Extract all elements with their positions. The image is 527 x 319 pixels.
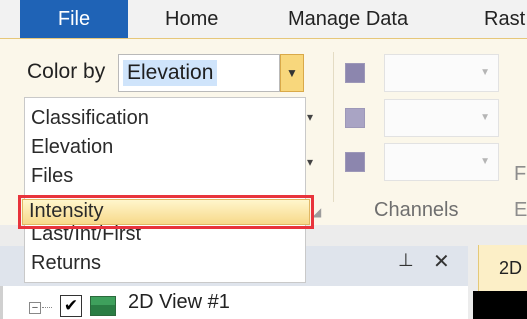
layer-visibility-checkbox[interactable]: ✔ (60, 295, 82, 317)
chevron-down-icon: ▼ (480, 156, 490, 167)
pin-icon[interactable]: ⊥ (398, 250, 414, 271)
chevron-down-icon[interactable]: ▾ (307, 155, 313, 169)
dropdown-item-files[interactable]: Files (31, 163, 73, 190)
color-by-combobox[interactable]: Elevation (118, 54, 280, 92)
color-swatch[interactable] (345, 152, 365, 172)
tree-expander[interactable]: − (29, 302, 41, 314)
tab-raster[interactable]: Rast (484, 4, 525, 34)
channels-group-label: Channels (374, 199, 459, 221)
channel-combobox[interactable]: ▼ (384, 143, 499, 181)
close-icon[interactable]: ✕ (433, 249, 450, 274)
color-by-dropdown-list: Classification Elevation Files Last/Int/… (24, 97, 306, 283)
channel-combobox[interactable]: ▼ (384, 99, 499, 137)
partial-group-label: E (514, 199, 527, 221)
color-by-selected-value[interactable]: Elevation (123, 60, 218, 86)
tab-file[interactable]: File (20, 0, 128, 38)
view-2d-icon (90, 296, 116, 316)
dropdown-item-returns[interactable]: Returns (31, 250, 101, 277)
view-canvas[interactable] (473, 291, 527, 319)
color-by-dropdown-button[interactable]: ▼ (280, 54, 304, 92)
channel-combobox[interactable]: ▼ (384, 54, 499, 92)
highlight-annotation-box (18, 195, 314, 229)
color-swatch[interactable] (345, 63, 365, 83)
group-separator (333, 52, 334, 202)
chevron-down-icon[interactable]: ▾ (307, 110, 313, 124)
tree-connector (42, 307, 52, 308)
tab-home[interactable]: Home (165, 4, 218, 34)
document-tab-label: 2D (499, 258, 523, 278)
chevron-down-icon: ▼ (480, 67, 490, 78)
partial-label: F (514, 163, 527, 185)
color-swatch[interactable] (345, 108, 365, 128)
chevron-down-icon: ▼ (480, 112, 490, 123)
tab-manage-data[interactable]: Manage Data (288, 4, 408, 34)
tree-item-label[interactable]: 2D View #1 (128, 291, 230, 314)
dropdown-item-elevation[interactable]: Elevation (31, 134, 113, 161)
dropdown-item-classification[interactable]: Classification (31, 105, 149, 132)
chevron-down-icon: ▼ (286, 66, 298, 80)
color-by-label: Color by (27, 60, 106, 83)
